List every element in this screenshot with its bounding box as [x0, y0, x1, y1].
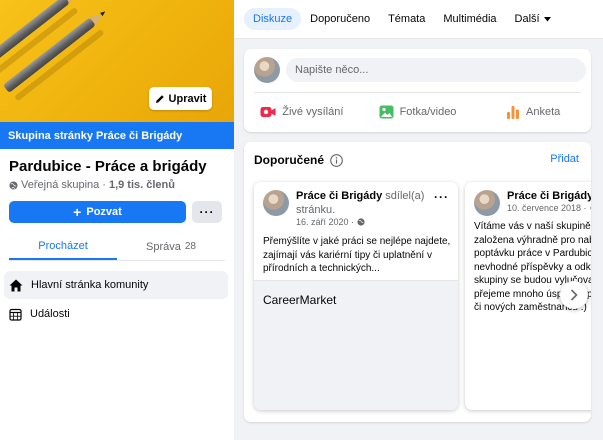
- tab-browse[interactable]: Procházet: [9, 233, 117, 260]
- edit-cover-label: Upravit: [168, 92, 207, 105]
- group-meta: Veřejná skupina · 1,9 tis. členů: [9, 179, 175, 191]
- sidebar-item-label: Hlavní stránka komunity: [31, 279, 149, 291]
- tab-label: Další: [514, 13, 540, 25]
- tab-manage[interactable]: Správa 28: [117, 233, 225, 260]
- group-top-nav: Diskuze Doporučeno Témata Multimédia Dal…: [234, 0, 603, 39]
- post-text: Přemýšlíte v jaké práci se nejlépe najde…: [263, 236, 451, 274]
- tab-recommended[interactable]: Doporučeno: [301, 8, 379, 30]
- globe-icon: [9, 180, 18, 190]
- tab-label: Multimédia: [443, 13, 497, 25]
- post-input[interactable]: Napište něco...: [286, 58, 586, 82]
- pencil-icon: [155, 94, 164, 103]
- tab-topics[interactable]: Témata: [379, 8, 434, 30]
- post-options-icon[interactable]: ···: [434, 190, 449, 204]
- recommended-title: Doporučené: [254, 153, 343, 167]
- live-video-icon: [260, 107, 276, 117]
- user-avatar[interactable]: [254, 57, 280, 83]
- tab-label: Témata: [388, 13, 426, 25]
- plus-icon: +: [73, 204, 82, 220]
- next-card-button[interactable]: [560, 281, 588, 309]
- action-label: Anketa: [526, 106, 561, 118]
- photo-icon: [379, 105, 394, 119]
- globe-icon: [357, 218, 365, 226]
- post-author[interactable]: Práce či Brigády: [507, 190, 591, 202]
- chevron-right-icon: [570, 289, 578, 301]
- sidebar-item-community-home[interactable]: Hlavní stránka komunity: [4, 271, 228, 299]
- composer-actions: Živé vysílání Fotka/video Anketa: [244, 99, 591, 125]
- sidebar-item-events[interactable]: Události: [4, 300, 228, 328]
- post-header: Práce či Brigády: [507, 189, 591, 203]
- sidebar-item-label: Události: [30, 308, 70, 320]
- post-author[interactable]: Práce či Brigády: [296, 190, 382, 202]
- group-members[interactable]: 1,9 tis. členů: [109, 179, 175, 191]
- post-date: 10. července 2018 ·: [507, 203, 591, 213]
- edit-cover-button[interactable]: Upravit: [149, 87, 212, 110]
- tab-label: Doporučeno: [310, 13, 371, 25]
- banner-text: Skupina stránky Práce či Brigády: [8, 129, 183, 142]
- post-input-placeholder: Napište něco...: [295, 64, 369, 76]
- recommended-section: Doporučené Přidat Práce či Brigády sdíle…: [244, 142, 591, 422]
- action-label: Živé vysílání: [282, 106, 344, 118]
- poll-icon: [507, 106, 520, 119]
- tab-label: Procházet: [38, 239, 88, 252]
- poll-button[interactable]: Anketa: [475, 99, 591, 125]
- post-header: Práce či Brigády sdílel(a) stránku.: [296, 189, 434, 217]
- link-preview-title: CareerMarket: [263, 293, 337, 307]
- caret-down-icon: [543, 16, 551, 21]
- tab-count: 28: [184, 241, 196, 252]
- group-privacy[interactable]: Veřejná skupina: [21, 179, 99, 191]
- tab-discussion[interactable]: Diskuze: [244, 8, 302, 30]
- link-preview[interactable]: CareerMarket: [254, 280, 458, 410]
- recommended-title-text: Doporučené: [254, 153, 325, 167]
- page-avatar[interactable]: [474, 190, 500, 216]
- group-sidebar: Upravit Skupina stránky Práce či Brigády…: [0, 0, 234, 440]
- more-options-button[interactable]: ···: [192, 201, 222, 223]
- live-video-button[interactable]: Živé vysílání: [244, 99, 360, 125]
- photo-video-button[interactable]: Fotka/video: [360, 99, 476, 125]
- page-avatar[interactable]: [263, 190, 289, 216]
- recommended-post-card[interactable]: Práce či Brigády sdílel(a) stránku. 16. …: [254, 182, 458, 410]
- meta-separator: ·: [102, 179, 106, 191]
- info-icon[interactable]: [330, 153, 343, 167]
- calendar-icon: [9, 308, 22, 321]
- tab-more[interactable]: Další: [506, 8, 560, 30]
- post-date-text[interactable]: 16. září 2020 ·: [296, 217, 354, 227]
- group-name[interactable]: Pardubice - Práce a brigády: [9, 158, 207, 175]
- sidebar-tabs: Procházet Správa 28: [9, 233, 225, 261]
- invite-button[interactable]: + Pozvat: [9, 201, 186, 223]
- group-page-banner[interactable]: Skupina stránky Práce či Brigády: [0, 122, 234, 149]
- post-date-text[interactable]: 10. července 2018 ·: [507, 203, 587, 213]
- composer-divider: [254, 92, 581, 93]
- post-date: 16. září 2020 ·: [296, 217, 365, 227]
- action-label: Fotka/video: [399, 106, 457, 118]
- tab-label: Správa: [146, 240, 181, 253]
- post-composer: Napište něco... Živé vysílání Fotka/vide…: [244, 49, 591, 132]
- tab-label: Diskuze: [253, 13, 293, 25]
- tab-media[interactable]: Multimédia: [434, 8, 505, 30]
- add-recommended-link[interactable]: Přidat: [550, 153, 579, 165]
- more-dots-icon: ···: [199, 205, 215, 219]
- globe-icon: [589, 205, 591, 211]
- invite-label: Pozvat: [86, 206, 122, 218]
- home-icon: [9, 279, 23, 291]
